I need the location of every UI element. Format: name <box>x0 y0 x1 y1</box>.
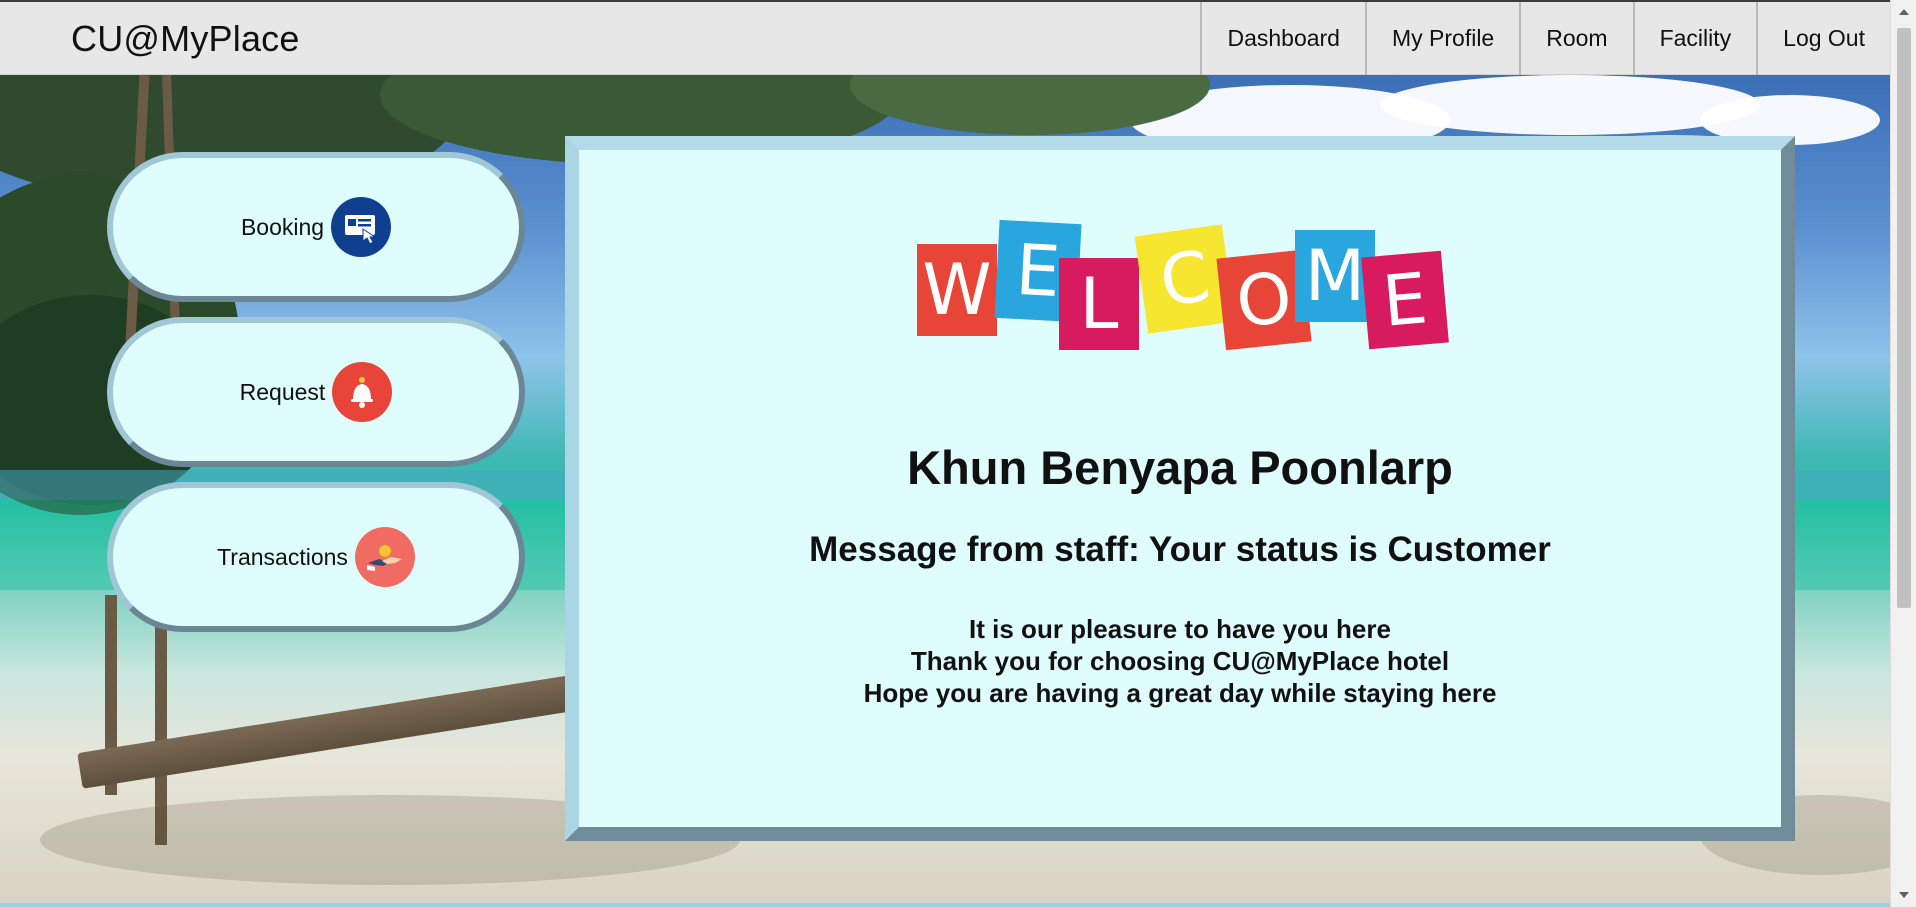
scroll-down-icon[interactable] <box>1899 892 1909 898</box>
nav-links: Dashboard My Profile Room Facility Log O… <box>1200 2 1890 75</box>
request-button[interactable]: Request <box>107 317 525 467</box>
nav-room[interactable]: Room <box>1519 2 1632 75</box>
greeting-line-3: Hope you are having a great day while st… <box>863 678 1497 708</box>
nav-dashboard[interactable]: Dashboard <box>1200 2 1365 75</box>
booking-label: Booking <box>240 213 325 240</box>
guest-name-heading: Khun Benyapa Poonlarp <box>907 441 1453 494</box>
top-navbar: CU@MyPlace Dashboard My Profile Room Fac… <box>0 0 1916 75</box>
brand-logo-text[interactable]: CU@MyPlace <box>71 18 300 60</box>
welcome-tile-e2: E <box>1361 250 1449 350</box>
page-scrollbar[interactable] <box>1890 0 1916 907</box>
nav-facility[interactable]: Facility <box>1632 2 1757 75</box>
transactions-button[interactable]: Transactions <box>107 482 525 632</box>
nav-my-profile[interactable]: My Profile <box>1364 2 1519 75</box>
welcome-tile-l: L <box>1059 258 1139 350</box>
nav-log-out[interactable]: Log Out <box>1756 2 1890 75</box>
handshake-coin-icon <box>354 527 415 587</box>
bottom-strip <box>0 903 1890 907</box>
bell-icon <box>332 362 393 422</box>
greeting-line-2: Thank you for choosing CU@MyPlace hotel <box>910 646 1450 676</box>
request-label: Request <box>239 378 326 405</box>
welcome-panel: W E L C O M E Khun Benyapa Poonlarp Mess… <box>565 136 1795 841</box>
staff-message: Message from staff: Your status is Custo… <box>809 530 1551 569</box>
booking-card-icon <box>331 197 392 257</box>
booking-button[interactable]: Booking <box>107 152 525 302</box>
scroll-up-icon[interactable] <box>1899 9 1909 15</box>
welcome-banner-image: W E L C O M E <box>917 219 1457 362</box>
welcome-tile-w: W <box>917 244 997 336</box>
scrollbar-thumb[interactable] <box>1897 28 1911 608</box>
greeting-line-1: It is our pleasure to have you here <box>969 614 1391 644</box>
transactions-label: Transactions <box>217 543 348 570</box>
